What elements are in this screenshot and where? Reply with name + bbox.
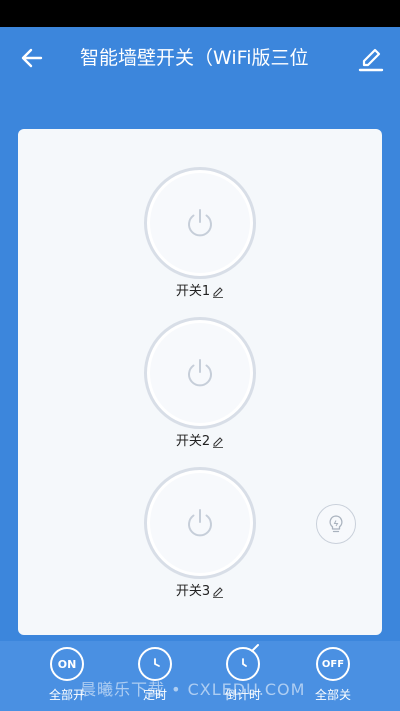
lightbulb-icon [329,515,343,533]
power-icon [188,509,212,537]
switch-1-name: 开关1 [175,284,211,299]
rename-switch-2-icon[interactable] [212,436,224,448]
power-icon [188,359,212,387]
switch-1-label: 开关1 [144,282,256,302]
off-icon: OFF [316,647,350,681]
lightbulb-button[interactable] [316,504,356,544]
arrow-left-icon [21,48,43,68]
power-icon [188,209,212,237]
switch-3-button[interactable] [144,467,256,579]
switch-3-name: 开关3 [175,584,211,599]
switch-2-button[interactable] [144,317,256,429]
app-header: 智能墙壁开关（WiFi版三位 [0,27,400,89]
on-icon: ON [50,647,84,681]
switch-2-label: 开关2 [144,432,256,452]
switch-3-label: 开关3 [144,582,256,602]
rename-switch-1-icon[interactable] [212,286,224,298]
page-title: 智能墙壁开关（WiFi版三位 [80,47,309,69]
switch-panel: 开关1 开关2 开关3 [18,129,382,635]
switch-2-name: 开关2 [175,434,211,449]
clock-icon [138,647,172,681]
switch-1-button[interactable] [144,167,256,279]
bottom-toolbar: ON 全部开 定时 倒计时 OFF 全部关 [0,641,400,711]
status-bar [0,0,400,27]
stopwatch-icon [226,644,260,681]
watermark: 晨曦乐下载 • CXLEDU.COM [80,680,306,699]
rename-switch-3-icon[interactable] [212,586,224,598]
back-button[interactable] [14,42,50,74]
edit-button[interactable] [352,40,390,78]
pencil-icon [358,48,384,72]
